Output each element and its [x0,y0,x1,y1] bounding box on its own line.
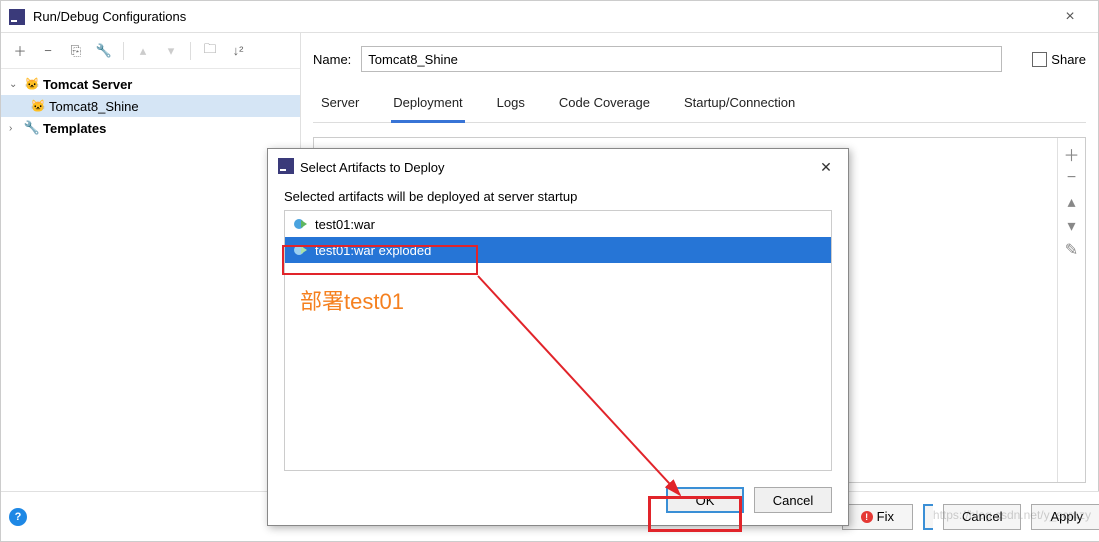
down-icon[interactable]: ▾ [1062,216,1082,236]
dialog-title: Select Artifacts to Deploy [300,160,814,175]
dialog-description: Selected artifacts will be deployed at s… [284,189,832,204]
name-input[interactable] [361,46,1002,72]
separator [190,42,191,60]
fix-label: Fix [877,509,894,524]
config-toolbar: ＋ − ⎘ 🔧 ▴ ▾ 🗀 ↓² [1,33,300,69]
tree-label: Tomcat8_Shine [49,99,139,114]
window-title: Run/Debug Configurations [33,9,1050,24]
fix-button[interactable]: ! Fix [842,504,913,530]
sort-icon[interactable]: ↓² [227,40,249,62]
left-panel: ＋ − ⎘ 🔧 ▴ ▾ 🗀 ↓² ⌄ 🐱 Tomcat Server 🐱 [1,33,301,541]
tab-deployment[interactable]: Deployment [391,91,464,123]
wrench-icon: 🔧 [23,120,41,136]
config-tree: ⌄ 🐱 Tomcat Server 🐱 Tomcat8_Shine › 🔧 Te… [1,69,300,541]
list-item[interactable]: test01:war exploded [285,237,831,263]
artifact-icon [293,242,309,258]
tree-label: Templates [43,121,106,136]
tab-server[interactable]: Server [319,91,361,122]
name-label: Name: [313,52,351,67]
watermark: https://blog.csdn.net/y_scrazy [933,508,1091,522]
up-icon[interactable]: ▴ [132,40,154,62]
tomcat-icon: 🐱 [23,77,41,91]
down-icon[interactable]: ▾ [160,40,182,62]
tree-label: Tomcat Server [43,77,132,92]
chevron-right-icon: › [9,123,23,134]
intellij-icon [9,9,25,25]
name-row: Name: Share [313,41,1086,77]
tree-node-tomcat-server[interactable]: ⌄ 🐱 Tomcat Server [1,73,300,95]
close-icon[interactable]: ✕ [814,159,838,176]
annotation-deploy-text: 部署test01 [300,284,404,316]
dialog-titlebar: Select Artifacts to Deploy ✕ [268,149,848,185]
tab-startup[interactable]: Startup/Connection [682,91,797,122]
warning-icon: ! [861,511,873,523]
help-icon[interactable]: ? [9,508,27,526]
share-label: Share [1051,52,1086,67]
tab-logs[interactable]: Logs [495,91,527,122]
dialog-buttons: OK Cancel [268,475,848,525]
select-artifacts-dialog: Select Artifacts to Deploy ✕ Selected ar… [267,148,849,526]
checkbox-icon[interactable] [1032,52,1047,67]
tab-code-coverage[interactable]: Code Coverage [557,91,652,122]
close-icon[interactable]: × [1050,8,1090,26]
chevron-down-icon: ⌄ [9,79,23,90]
ok-button[interactable]: OK [666,487,744,513]
list-item-label: test01:war [315,217,375,232]
wrench-icon[interactable]: 🔧 [93,40,115,62]
copy-icon[interactable]: ⎘ [65,40,87,62]
cancel-button[interactable]: Cancel [754,487,832,513]
tabs: Server Deployment Logs Code Coverage Sta… [313,77,1086,123]
remove-icon[interactable]: − [1062,168,1082,188]
tree-node-config[interactable]: 🐱 Tomcat8_Shine [1,95,300,117]
edit-icon[interactable]: ✎ [1062,240,1082,260]
list-item-label: test01:war exploded [315,243,431,258]
folder-icon[interactable]: 🗀 [199,40,221,62]
artifact-icon [293,216,309,232]
tree-node-templates[interactable]: › 🔧 Templates [1,117,300,139]
share-checkbox-wrap[interactable]: Share [1032,52,1086,67]
artifacts-list: test01:war test01:war exploded [284,210,832,471]
tomcat-run-icon: 🐱 [29,99,47,113]
up-icon[interactable]: ▴ [1062,192,1082,212]
titlebar: Run/Debug Configurations × [1,1,1098,33]
add-icon[interactable]: ＋ [9,40,31,62]
list-item[interactable]: test01:war [285,211,831,237]
deployment-side-toolbar: ＋ − ▴ ▾ ✎ [1057,138,1085,482]
separator [123,42,124,60]
add-icon[interactable]: ＋ [1062,144,1082,164]
intellij-icon [278,158,294,177]
dialog-body: Selected artifacts will be deployed at s… [268,185,848,475]
remove-icon[interactable]: − [37,40,59,62]
ok-hidden-button[interactable] [923,504,933,530]
